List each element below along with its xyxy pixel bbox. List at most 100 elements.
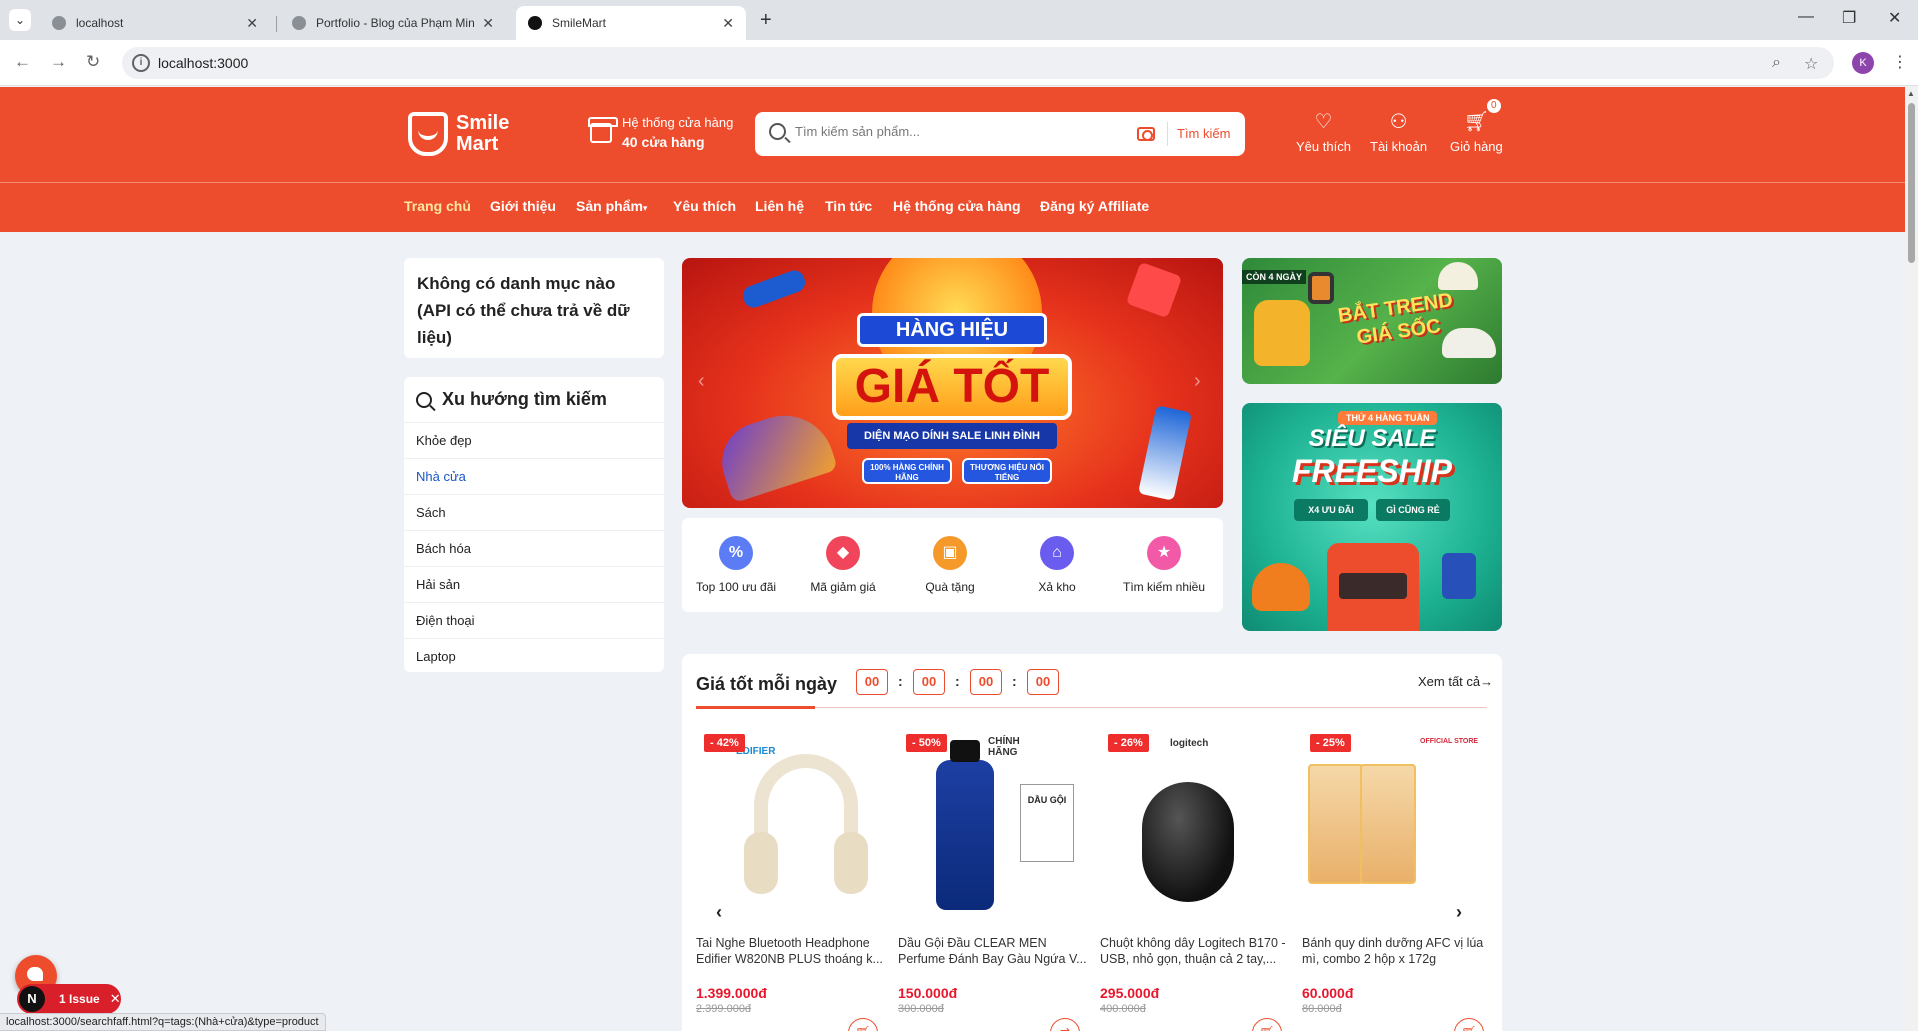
title-underline bbox=[696, 706, 815, 709]
search-button[interactable]: Tìm kiếm bbox=[1177, 126, 1230, 141]
nav-home[interactable]: Trang chủ bbox=[404, 198, 471, 214]
scroll-thumb[interactable] bbox=[1908, 103, 1915, 263]
countdown-seconds: 00 bbox=[1027, 669, 1059, 695]
wishlist-button[interactable]: ♡ Yêu thích bbox=[1296, 111, 1351, 154]
tab-search-button[interactable]: ⌄ bbox=[9, 9, 31, 31]
site-logo[interactable]: Smile Mart bbox=[408, 112, 509, 156]
browser-menu-icon[interactable]: ⋮ bbox=[1892, 52, 1908, 72]
trend-item[interactable]: Nhà cửa bbox=[404, 459, 664, 495]
forward-icon[interactable]: → bbox=[50, 52, 67, 72]
hero-badge: 100% HÀNG CHÍNH HÃNG bbox=[862, 458, 952, 484]
wishlist-label: Yêu thích bbox=[1296, 139, 1351, 154]
product-card[interactable]: - 50% CHÍNH HÃNG DẦU GỘI Dầu Gội Đầu CLE… bbox=[898, 724, 1088, 1031]
cart-button[interactable]: 🛒︎ 0 Giỏ hàng bbox=[1450, 99, 1503, 154]
tab-title: Portfolio - Blog của Phạm Minh bbox=[316, 16, 475, 30]
globe-icon bbox=[52, 16, 66, 30]
trend-item[interactable]: Sách bbox=[404, 495, 664, 531]
product-name[interactable]: Dầu Gội Đầu CLEAR MEN Perfume Đánh Bay G… bbox=[898, 935, 1088, 969]
close-tab-icon[interactable]: ✕ bbox=[482, 15, 494, 32]
snack-box-graphic bbox=[1360, 764, 1416, 884]
section-title: Giá tốt mỗi ngày bbox=[696, 674, 838, 694]
product-image[interactable]: - 42% EDIFIER bbox=[696, 724, 886, 920]
quick-link-gift[interactable]: ▣ Quà tặng bbox=[900, 530, 1000, 594]
nav-products[interactable]: Sản phẩm▾ bbox=[576, 198, 647, 214]
profile-avatar[interactable]: K bbox=[1852, 52, 1874, 74]
banner-line-1: SIÊU SALE bbox=[1308, 425, 1436, 452]
hero-banner[interactable]: HÀNG HIỆU GIÁ TỐT DIỆN MẠO DÍNH SALE LIN… bbox=[682, 258, 1223, 508]
product-old-price: 300.000đ bbox=[898, 1003, 944, 1015]
address-bar[interactable]: i localhost:3000 ⌕ ☆ bbox=[122, 47, 1834, 79]
new-tab-icon[interactable]: + bbox=[760, 9, 772, 32]
helmet-graphic bbox=[1252, 563, 1310, 611]
page-scrollbar[interactable]: ▲ bbox=[1905, 87, 1918, 1031]
store-system-link[interactable]: Hệ thống cửa hàng 40 cửa hàng bbox=[588, 115, 733, 150]
brand-label: CHÍNH HÃNG bbox=[988, 736, 1020, 758]
browser-tab[interactable]: localhost ✕ bbox=[40, 6, 270, 40]
nav-about[interactable]: Giới thiệu bbox=[490, 198, 556, 214]
reload-icon[interactable]: ↻ bbox=[86, 52, 100, 72]
trend-item[interactable]: Khỏe đẹp bbox=[404, 423, 664, 459]
nav-contact[interactable]: Liên hệ bbox=[755, 198, 804, 214]
product-name[interactable]: Bánh quy dinh dưỡng AFC vị lúa mì, combo… bbox=[1302, 935, 1492, 969]
product-name[interactable]: Chuột không dây Logitech B170 - USB, nhỏ… bbox=[1100, 935, 1290, 969]
trend-item[interactable]: Hải sản bbox=[404, 567, 664, 603]
side-banner-trend[interactable]: CÒN 4 NGÀY BẮT TREND GIÁ SỐC bbox=[1242, 258, 1502, 384]
quick-link-coupon[interactable]: ◆ Mã giảm giá bbox=[793, 530, 893, 594]
product-image[interactable]: - 26% logitech bbox=[1100, 724, 1290, 920]
chevron-right-icon[interactable]: › bbox=[1456, 902, 1462, 923]
search-icon bbox=[416, 391, 432, 408]
product-name[interactable]: Tai Nghe Bluetooth Headphone Edifier W82… bbox=[696, 935, 886, 969]
scroll-up-icon[interactable]: ▲ bbox=[1907, 89, 1915, 98]
nav-affiliate[interactable]: Đăng ký Affiliate bbox=[1040, 198, 1149, 214]
nav-wishlist[interactable]: Yêu thích bbox=[673, 198, 736, 214]
chevron-right-icon[interactable]: › bbox=[1194, 370, 1201, 393]
nav-stores[interactable]: Hệ thống cửa hàng bbox=[893, 198, 1021, 214]
close-window-icon[interactable]: ✕ bbox=[1888, 8, 1901, 28]
browser-tab-active[interactable]: SmileMart ✕ bbox=[516, 6, 746, 40]
view-all-link[interactable]: Xem tất cả→ bbox=[1418, 674, 1493, 689]
store-icon bbox=[588, 116, 618, 143]
trend-item[interactable]: Điện thoại bbox=[404, 603, 664, 639]
product-image[interactable]: - 50% CHÍNH HÃNG DẦU GỘI bbox=[898, 724, 1088, 920]
back-icon[interactable]: ← bbox=[14, 52, 31, 72]
browser-tab[interactable]: Portfolio - Blog của Phạm Minh ✕ bbox=[280, 6, 506, 40]
quick-link-popular[interactable]: ★ Tìm kiếm nhiều bbox=[1114, 530, 1214, 594]
chevron-left-icon[interactable]: ‹ bbox=[716, 902, 722, 923]
bookmark-star-icon[interactable]: ☆ bbox=[1804, 54, 1818, 74]
product-card[interactable]: - 25% OFFICIAL STORE Bánh quy dinh dưỡng… bbox=[1302, 724, 1492, 1031]
site-icon bbox=[528, 16, 542, 30]
add-to-cart-icon[interactable]: 🛒︎ bbox=[1252, 1018, 1282, 1031]
nextjs-logo-icon[interactable]: N bbox=[19, 986, 45, 1012]
hero-ribbon: HÀNG HIỆU bbox=[857, 313, 1047, 347]
chevron-left-icon[interactable]: ‹ bbox=[698, 370, 705, 393]
search-input[interactable] bbox=[795, 124, 1135, 139]
nav-news[interactable]: Tin tức bbox=[825, 198, 872, 214]
trend-item[interactable]: Bách hóa bbox=[404, 531, 664, 567]
site-info-icon[interactable]: i bbox=[132, 54, 150, 72]
close-tab-icon[interactable]: ✕ bbox=[722, 15, 734, 32]
banner-chip: X4 ƯU ĐÃI bbox=[1294, 499, 1368, 521]
close-icon[interactable]: ✕ bbox=[110, 991, 121, 1007]
close-tab-icon[interactable]: ✕ bbox=[246, 15, 258, 32]
account-button[interactable]: ⚇ Tài khoản bbox=[1370, 111, 1427, 154]
product-card[interactable]: - 42% EDIFIER Tai Nghe Bluetooth Headpho… bbox=[696, 724, 886, 1031]
zoom-icon[interactable]: ⌕ bbox=[1772, 54, 1781, 72]
dev-issues-badge[interactable]: N 1 Issue ✕ bbox=[17, 984, 121, 1014]
product-image[interactable]: - 25% OFFICIAL STORE bbox=[1302, 724, 1492, 920]
logo-line-2: Mart bbox=[456, 133, 499, 155]
delivery-truck-graphic bbox=[1327, 543, 1419, 631]
trend-item[interactable]: Laptop bbox=[404, 639, 664, 675]
url-text[interactable]: localhost:3000 bbox=[158, 55, 248, 71]
add-to-cart-icon[interactable]: ⇄ bbox=[1050, 1018, 1080, 1031]
product-card[interactable]: - 26% logitech Chuột không dây Logitech … bbox=[1100, 724, 1290, 1031]
add-to-cart-icon[interactable]: 🛒︎ bbox=[848, 1018, 878, 1031]
camera-icon[interactable] bbox=[1137, 127, 1155, 141]
quick-link-clearance[interactable]: ⌂ Xả kho bbox=[1007, 530, 1107, 594]
quick-link-top100[interactable]: % Top 100 ưu đãi bbox=[686, 530, 786, 594]
add-to-cart-icon[interactable]: 🛒︎ bbox=[1454, 1018, 1484, 1031]
discount-badge: - 25% bbox=[1310, 734, 1351, 752]
issue-count[interactable]: 1 Issue bbox=[59, 992, 100, 1006]
restore-icon[interactable]: ❐ bbox=[1842, 8, 1856, 28]
minimize-icon[interactable]: — bbox=[1798, 8, 1814, 26]
side-banner-freeship[interactable]: THỨ 4 HÀNG TUẦN SIÊU SALE FREESHIP X4 ƯU… bbox=[1242, 403, 1502, 631]
